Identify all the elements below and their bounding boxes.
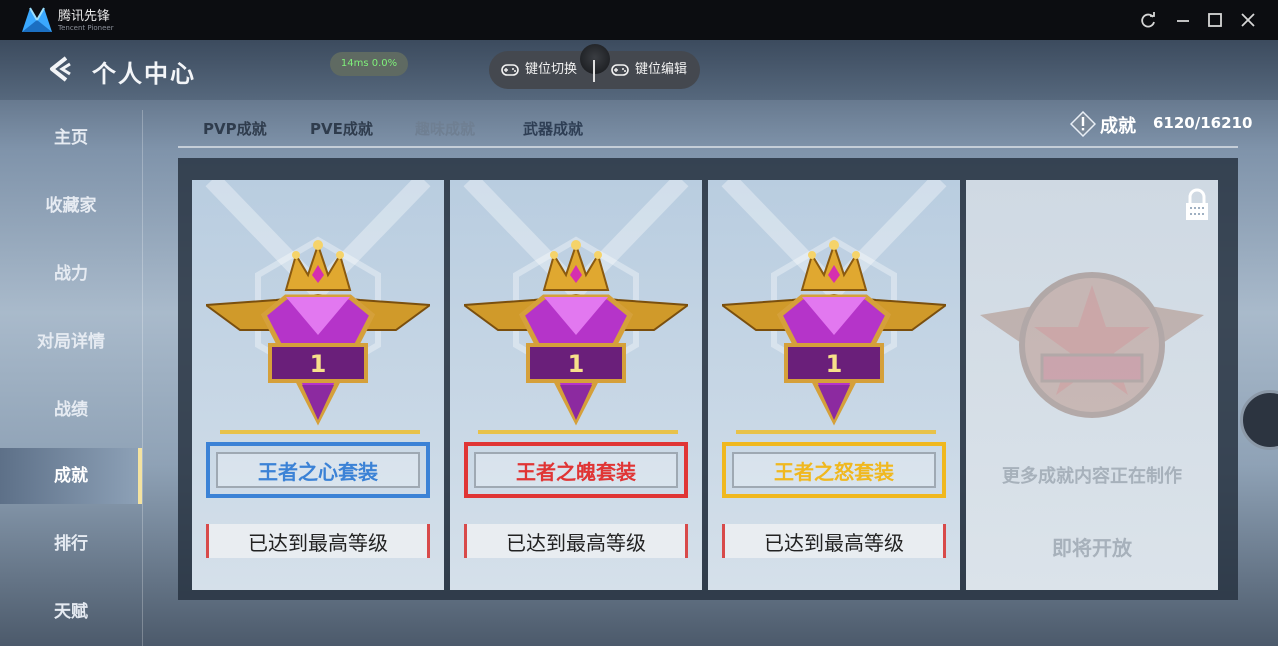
- sidebar-item-label: 收藏家: [45, 196, 97, 216]
- crown-diamond-badge-icon: 1: [464, 240, 688, 426]
- minimize-icon[interactable]: [1173, 10, 1193, 30]
- card-name: 王者之魄套装: [474, 452, 678, 488]
- locked-star-badge-icon: [980, 272, 1204, 418]
- sidebar-item-power[interactable]: 战力: [0, 246, 142, 302]
- key-switch-label: 键位切换: [525, 62, 578, 77]
- sidebar: 主页 收藏家 战力 对局详情 战绩 成就 排行 天赋: [0, 110, 142, 646]
- tab-underline: [178, 146, 1238, 148]
- back-arrow-icon[interactable]: [44, 54, 74, 84]
- refresh-icon[interactable]: [1138, 10, 1158, 30]
- card-name-frame: 王者之心套装: [206, 442, 430, 498]
- sidebar-item-home[interactable]: 主页: [0, 110, 142, 166]
- key-edit-button[interactable]: 键位编辑: [611, 51, 687, 89]
- crown-diamond-badge-icon: 1: [206, 240, 430, 426]
- title-bar: 腾讯先锋 Tencent Pioneer: [0, 0, 1278, 40]
- close-icon[interactable]: [1238, 10, 1258, 30]
- sidebar-item-label: 成就: [54, 466, 88, 486]
- sidebar-item-collector[interactable]: 收藏家: [0, 178, 142, 234]
- card-name-frame: 王者之怒套装: [722, 442, 946, 498]
- sidebar-item-ranking[interactable]: 排行: [0, 516, 142, 572]
- achievement-diamond-icon: [1070, 111, 1096, 137]
- sidebar-item-record[interactable]: 战绩: [0, 382, 142, 438]
- sidebar-item-label: 主页: [54, 128, 88, 148]
- card-name: 王者之心套装: [216, 452, 420, 488]
- card-level-status: 已达到最高等级: [464, 524, 688, 558]
- drag-handle[interactable]: [580, 44, 610, 74]
- sidebar-item-label: 对局详情: [37, 332, 105, 352]
- sidebar-item-label: 战力: [54, 264, 88, 284]
- achievement-count: 6120/16210: [1153, 114, 1253, 132]
- tab-pve[interactable]: PVE成就: [310, 118, 373, 139]
- game-screen: 个人中心 14ms 0.0% 键位切换 键位编辑 主页 收藏家 战力 对局详情 …: [0, 40, 1278, 646]
- crown-diamond-badge-icon: 1: [722, 240, 946, 426]
- lock-icon: [1186, 188, 1208, 220]
- locked-achievement-card[interactable]: 更多成就内容正在制作 即将开放: [966, 180, 1218, 590]
- gold-divider: [478, 430, 678, 434]
- achievement-card[interactable]: 1 王者之魄套装 已达到最高等级: [450, 180, 702, 590]
- card-name-frame: 王者之魄套装: [464, 442, 688, 498]
- sidebar-item-label: 排行: [54, 534, 88, 554]
- locked-card-message: 更多成就内容正在制作: [1002, 466, 1182, 487]
- achievement-card[interactable]: 1 王者之心套装 已达到最高等级: [192, 180, 444, 590]
- tencent-pioneer-logo: [22, 7, 52, 32]
- brand-name: 腾讯先锋: [58, 9, 111, 24]
- gamepad-icon: [501, 64, 519, 76]
- key-bar-divider: [593, 60, 595, 82]
- achievement-card[interactable]: 1 王者之怒套装 已达到最高等级: [708, 180, 960, 590]
- page-title: 个人中心: [92, 60, 196, 88]
- sidebar-item-match-details[interactable]: 对局详情: [0, 314, 142, 370]
- key-switch-button[interactable]: 键位切换: [501, 51, 577, 89]
- sidebar-item-label: 天赋: [54, 602, 88, 622]
- tab-pvp[interactable]: PVP成就: [203, 118, 267, 139]
- badge-level-number: 1: [826, 350, 843, 378]
- card-level-status: 已达到最高等级: [722, 524, 946, 558]
- sidebar-divider: [142, 110, 143, 646]
- sidebar-item-label: 战绩: [54, 400, 88, 420]
- card-level-status: 已达到最高等级: [206, 524, 430, 558]
- brand-subtitle: Tencent Pioneer: [58, 24, 114, 32]
- key-mapping-bar: 键位切换 键位编辑: [489, 44, 700, 89]
- network-ping-badge: 14ms 0.0%: [330, 52, 408, 76]
- tab-weapon[interactable]: 武器成就: [523, 118, 583, 139]
- gold-divider: [220, 430, 420, 434]
- badge-level-number: 1: [310, 350, 327, 378]
- key-edit-label: 键位编辑: [635, 62, 688, 77]
- side-toggle-button[interactable]: [1240, 390, 1278, 450]
- badge-level-number: 1: [568, 350, 585, 378]
- card-name: 王者之怒套装: [732, 452, 936, 488]
- tab-fun[interactable]: 趣味成就: [415, 118, 475, 139]
- maximize-icon[interactable]: [1205, 10, 1225, 30]
- achievement-label: 成就: [1100, 116, 1136, 137]
- locked-card-subtext: 即将开放: [1052, 536, 1132, 560]
- sidebar-item-talent[interactable]: 天赋: [0, 584, 142, 640]
- sidebar-item-achievements[interactable]: 成就: [0, 448, 142, 504]
- gold-divider: [736, 430, 936, 434]
- gamepad-icon: [611, 64, 629, 76]
